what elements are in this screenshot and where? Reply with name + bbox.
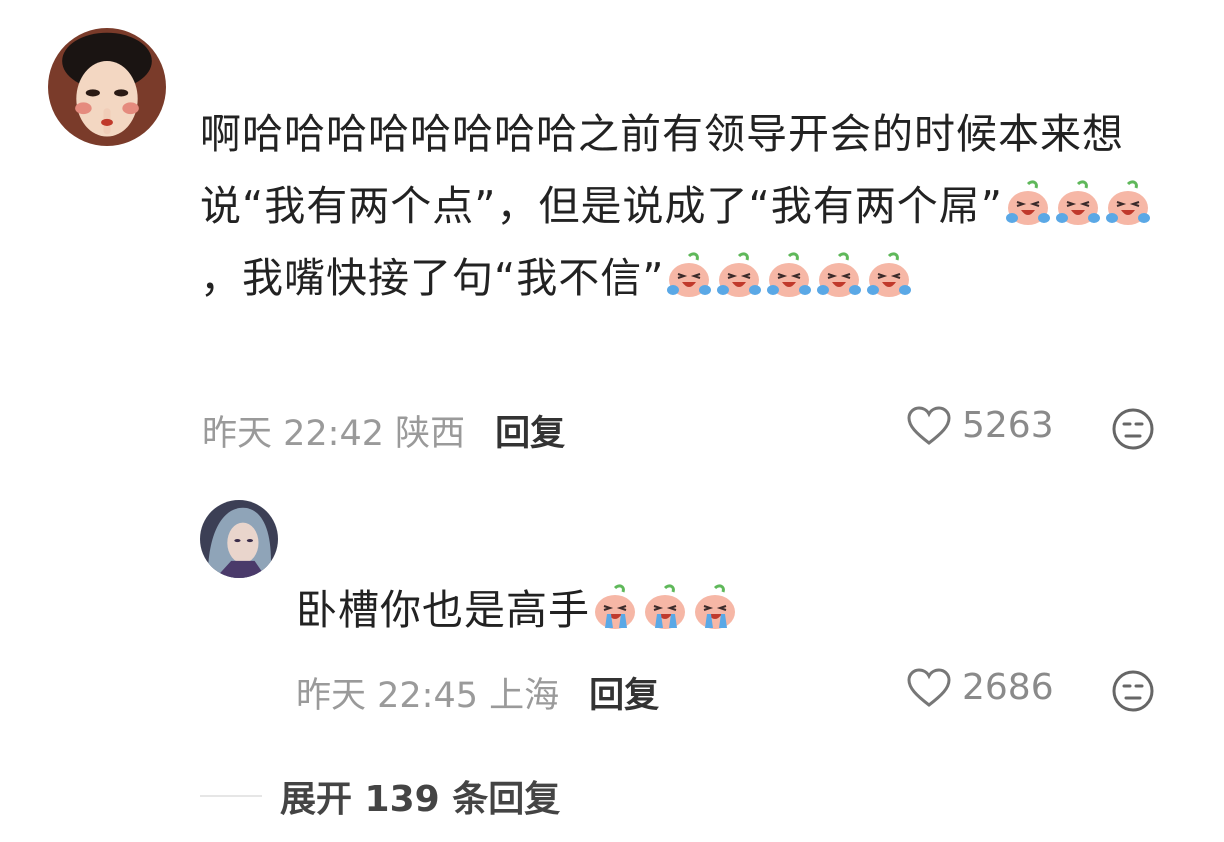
reply-reply-button[interactable]: 回复 <box>589 667 659 718</box>
dislike-button[interactable] <box>1111 407 1155 451</box>
like-button[interactable]: 5263 <box>906 405 1054 446</box>
text-segment: 卧槽你也是高手 <box>296 586 590 634</box>
cry-laugh-emoji <box>815 252 863 300</box>
heart-icon <box>907 405 951 445</box>
heart-icon <box>907 667 951 707</box>
expand-replies-button[interactable]: 展开 139 条回复 <box>200 770 560 822</box>
neutral-face-icon <box>1112 670 1154 712</box>
divider-line <box>200 795 262 797</box>
comment-time-location: 昨天 22:42 陕西 <box>202 414 466 454</box>
reply-text: 卧槽你也是高手 <box>296 574 1176 646</box>
text-segment: 啊哈哈哈哈哈哈哈哈之前有领导开会的时候本来想说“我有两个点”，但是说成了“我有两… <box>200 110 1124 230</box>
cry-laugh-emoji <box>1104 180 1152 228</box>
sobbing-emoji <box>691 584 739 632</box>
sobbing-emoji <box>641 584 689 632</box>
expand-replies-label: 展开 139 条回复 <box>280 779 561 820</box>
cry-laugh-emoji <box>865 252 913 300</box>
reply-like-button[interactable]: 2686 <box>906 667 1054 708</box>
reply-like-count: 2686 <box>962 667 1054 708</box>
like-count: 5263 <box>962 405 1054 446</box>
comment-text: 啊哈哈哈哈哈哈哈哈之前有领导开会的时候本来想说“我有两个点”，但是说成了“我有两… <box>200 98 1190 314</box>
cry-laugh-emoji <box>765 252 813 300</box>
reply-button[interactable]: 回复 <box>495 405 565 456</box>
text-segment: ，我嘴快接了句“我不信” <box>200 254 665 302</box>
sobbing-emoji <box>591 584 639 632</box>
cry-laugh-emoji <box>715 252 763 300</box>
cry-laugh-emoji <box>665 252 713 300</box>
comment-meta: 昨天 22:42 陕西 回复 <box>202 405 565 456</box>
reply-user-avatar[interactable] <box>200 500 278 578</box>
reply-time-location: 昨天 22:45 上海 <box>296 676 560 716</box>
reply-dislike-button[interactable] <box>1111 669 1155 713</box>
neutral-face-icon <box>1112 408 1154 450</box>
user-avatar[interactable] <box>48 28 166 146</box>
cry-laugh-emoji <box>1054 180 1102 228</box>
reply-meta: 昨天 22:45 上海 回复 <box>296 667 659 718</box>
cry-laugh-emoji <box>1004 180 1052 228</box>
